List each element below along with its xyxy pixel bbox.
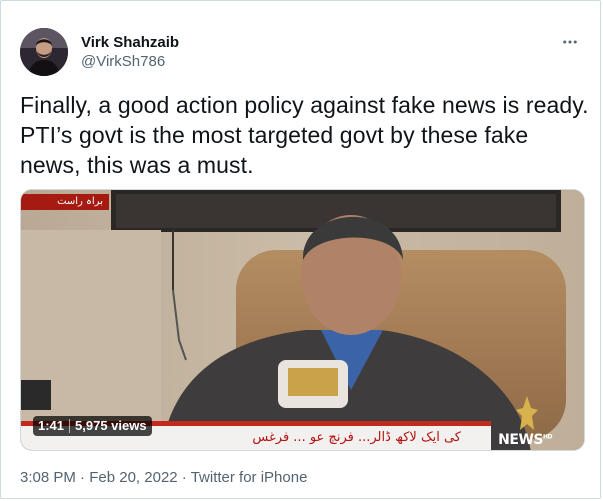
author-display-name[interactable]: Virk Shahzaib — [81, 33, 179, 52]
tweet-metadata: 3:08 PM · Feb 20, 2022 · Twitter for iPh… — [20, 468, 307, 488]
tweet-source[interactable]: Twitter for iPhone — [191, 469, 308, 486]
author-names: Virk Shahzaib @VirkSh786 — [81, 33, 179, 72]
author-handle[interactable]: @VirkSh786 — [81, 52, 179, 72]
live-tag: براہ راست — [21, 194, 109, 210]
tweet-time[interactable]: 3:08 PM — [20, 469, 76, 486]
tweet-text: Finally, a good action policy against fa… — [20, 92, 589, 178]
tweet-header: Virk Shahzaib @VirkSh786 — [20, 28, 582, 78]
channel-hd-label: HD — [542, 433, 553, 441]
channel-logo: NEWSHD — [498, 432, 552, 448]
avatar[interactable] — [20, 28, 68, 76]
video-player[interactable]: براہ راست کی ایک لاکھ ڈالر... فرنچ عو ..… — [20, 189, 585, 451]
meta-separator: · — [80, 469, 86, 486]
more-horizontal-icon — [563, 40, 577, 44]
more-options-button[interactable] — [558, 32, 582, 52]
profile-photo-icon — [20, 28, 68, 76]
video-thumbnail — [21, 190, 584, 450]
video-views: 5,975 views — [75, 418, 147, 433]
channel-emblem-icon — [516, 396, 538, 430]
video-duration: 1:41 — [38, 418, 65, 433]
meta-separator-2: · — [181, 469, 187, 486]
tweet-date[interactable]: Feb 20, 2022 — [89, 469, 177, 486]
channel-logo-text: NEWS — [498, 432, 543, 448]
video-stats-badge: 1:41 5,975 views — [33, 416, 152, 436]
tweet-card: Virk Shahzaib @VirkSh786 Finally, a good… — [0, 0, 601, 499]
